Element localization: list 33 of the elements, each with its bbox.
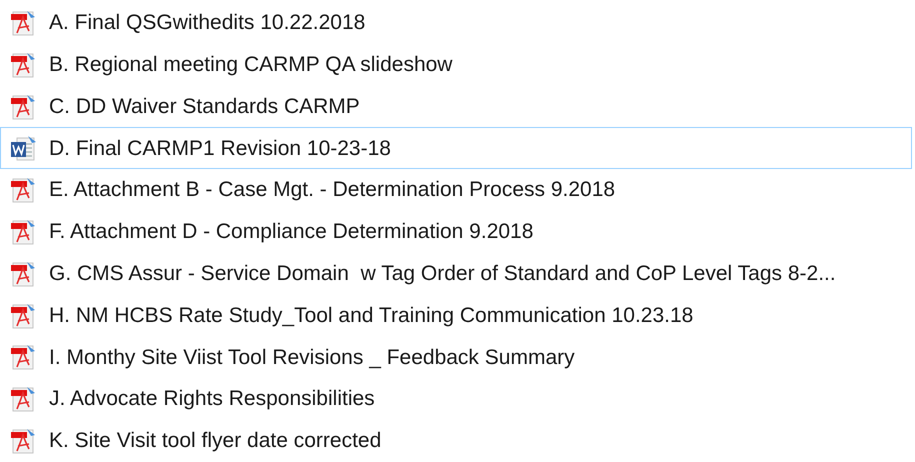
file-name: I. Monthy Site Viist Tool Revisions _ Feedback Summary (49, 344, 575, 371)
file-item[interactable]: F. Attachment D - Compliance Determination 9.2018 (0, 211, 912, 253)
pdf-file-icon (9, 302, 37, 330)
file-name: D. Final CARMP1 Revision 10-23-18 (49, 136, 391, 162)
file-item[interactable]: K. Site Visit tool flyer date corrected (0, 420, 912, 462)
file-item[interactable]: A. Final QSGwithedits 10.22.2018 (0, 2, 912, 44)
pdf-file-icon (9, 385, 37, 414)
file-name: A. Final QSGwithedits 10.22.2018 (49, 10, 366, 36)
pdf-file-icon (9, 8, 37, 37)
file-name: E. Attachment B - Case Mgt. - Determination Process 9.2018 (49, 177, 616, 204)
file-name: G. CMS Assur - Service Domain w Tag Order of Standard and CoP Level Tags 8-2... (49, 261, 836, 288)
file-item[interactable]: G. CMS Assur - Service Domain w Tag Order of Standard and CoP Level Tags 8-2... (0, 252, 912, 295)
word-file-icon (9, 134, 37, 162)
file-name: C. DD Waiver Standards CARMP (49, 94, 360, 120)
file-item[interactable]: B. Regional meeting CARMP QA slideshow (0, 44, 912, 86)
file-item[interactable]: C. DD Waiver Standards CARMP (0, 86, 912, 128)
file-item[interactable]: J. Advocate Rights Responsibilities (0, 378, 912, 420)
pdf-file-icon (9, 50, 37, 79)
file-item[interactable]: D. Final CARMP1 Revision 10-23-18 (0, 127, 912, 170)
file-name: B. Regional meeting CARMP QA slideshow (49, 52, 452, 78)
file-name: F. Attachment D - Compliance Determination 9.2018 (49, 219, 534, 246)
pdf-file-icon (9, 176, 37, 204)
pdf-file-icon (9, 260, 37, 288)
file-name: K. Site Visit tool flyer date corrected (49, 428, 382, 454)
file-name: J. Advocate Rights Responsibilities (49, 386, 375, 412)
pdf-file-icon (9, 92, 37, 121)
file-name: H. NM HCBS Rate Study_Tool and Training Communication 10.23.18 (49, 302, 694, 329)
file-item[interactable]: E. Attachment B - Case Mgt. - Determination Process 9.2018 (0, 169, 912, 212)
file-item[interactable]: H. NM HCBS Rate Study_Tool and Training Communication 10.23.18 (0, 294, 912, 336)
pdf-file-icon (9, 218, 37, 246)
pdf-file-icon (9, 343, 37, 372)
file-item[interactable]: I. Monthy Site Viist Tool Revisions _ Feedback Summary (0, 336, 912, 378)
pdf-file-icon (9, 427, 37, 456)
